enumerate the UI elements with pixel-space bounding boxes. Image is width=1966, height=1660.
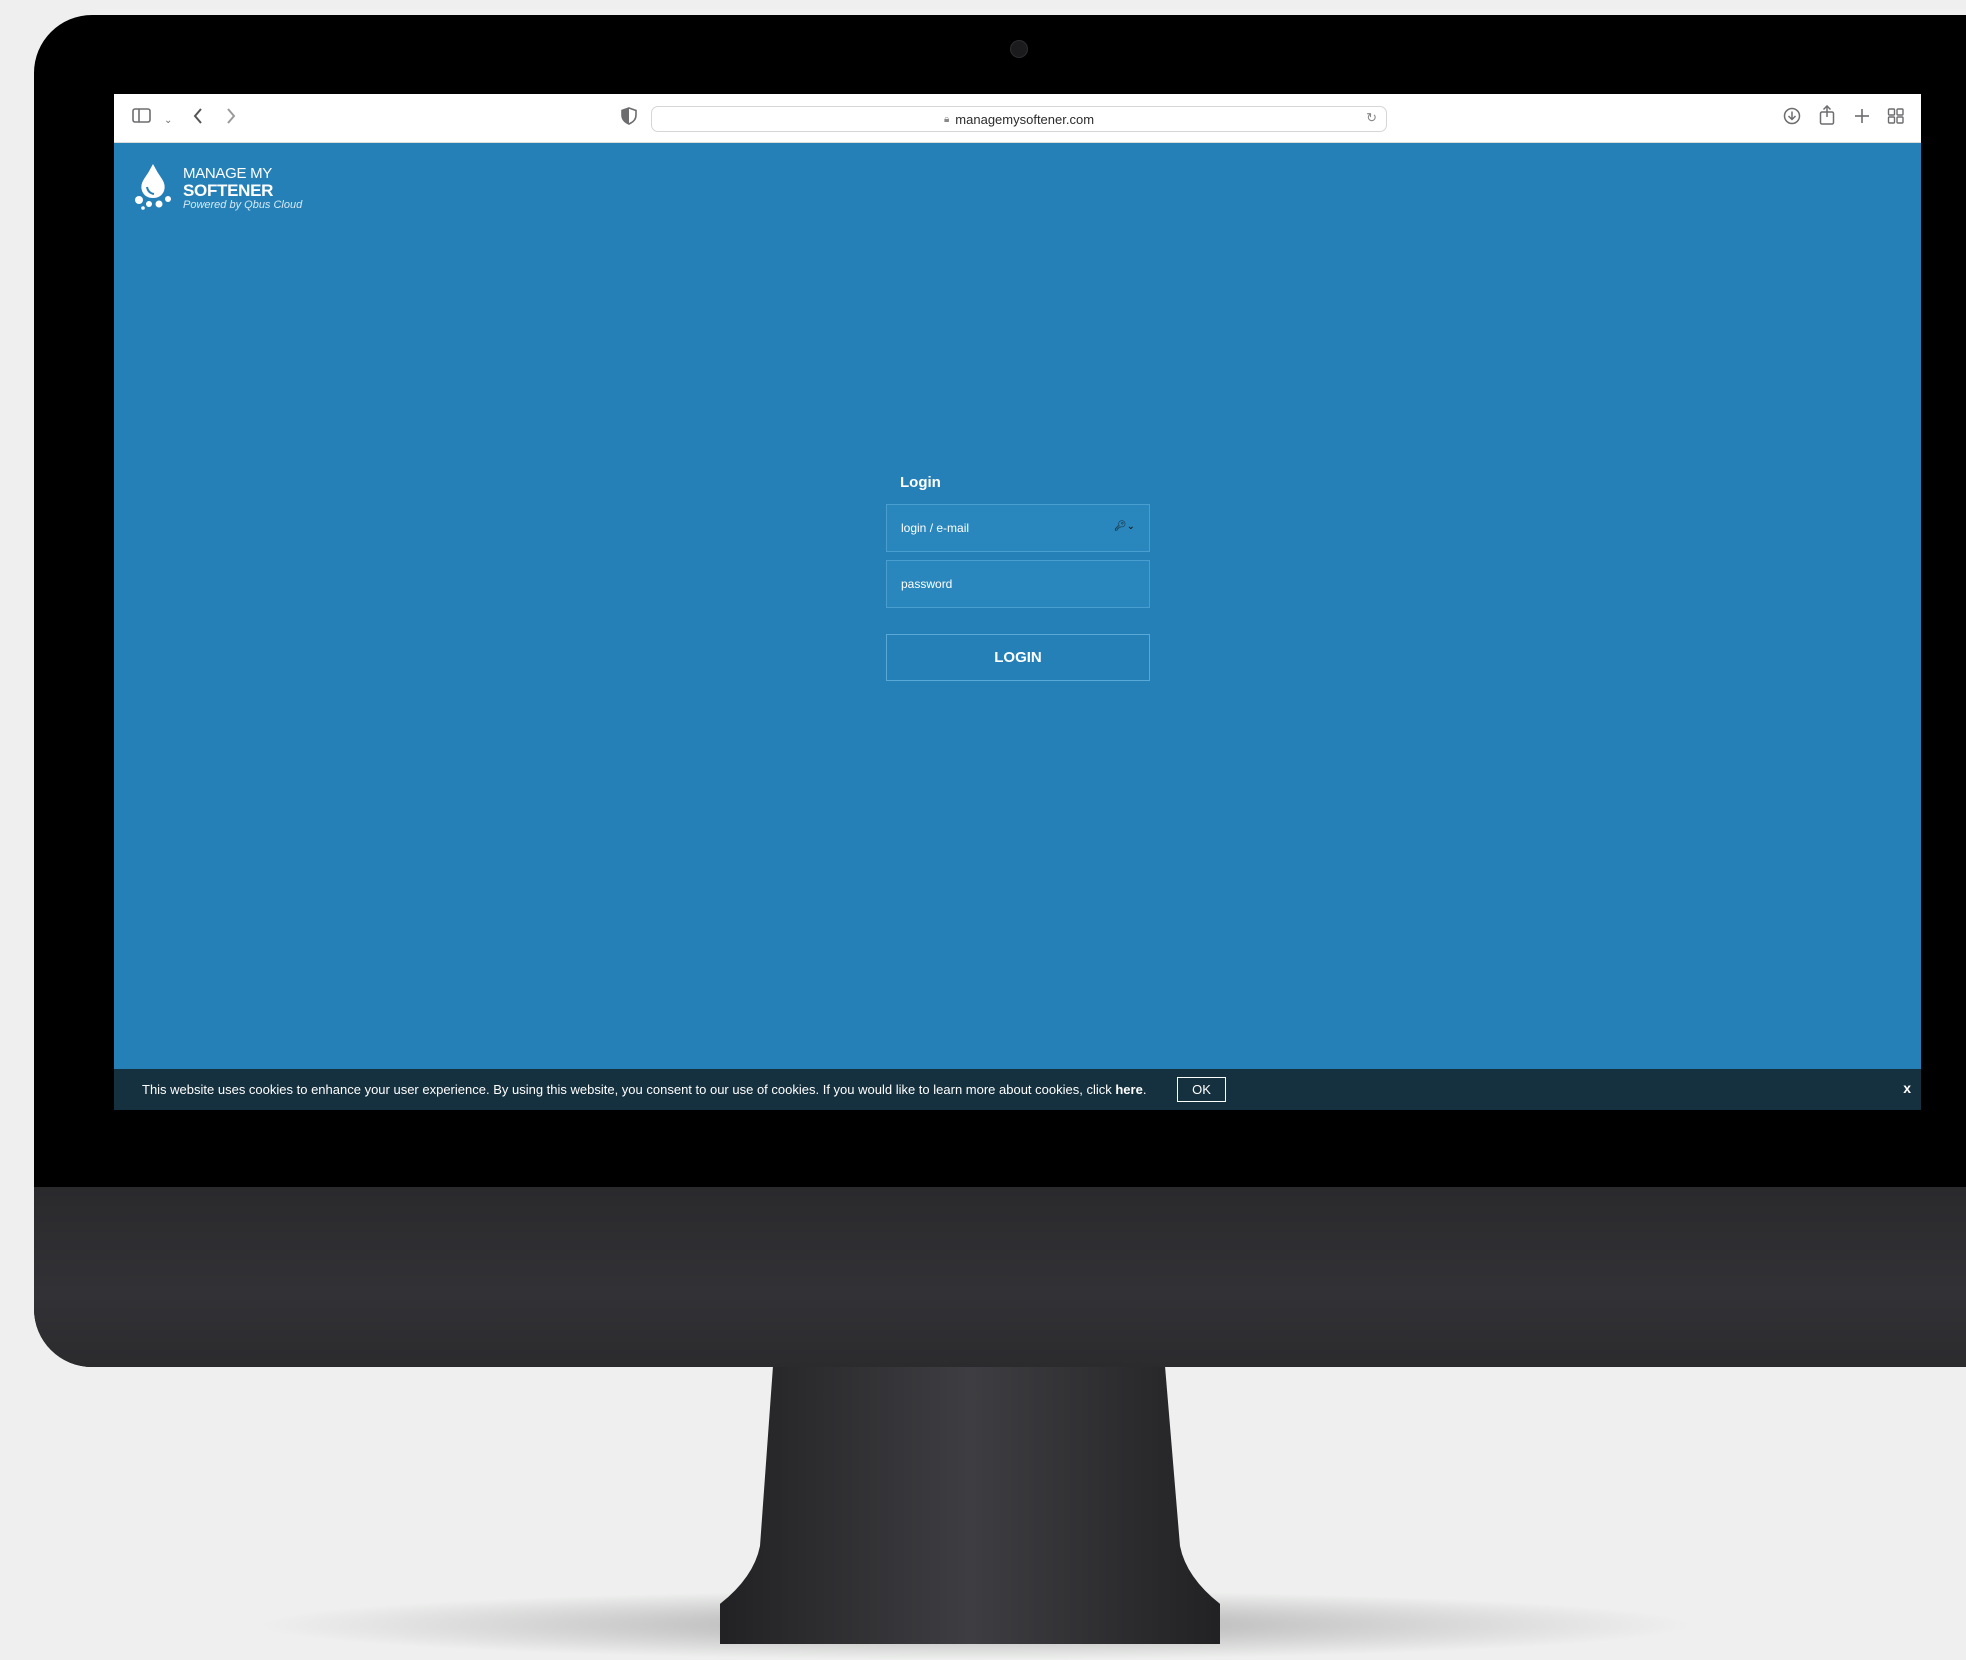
cookie-suffix: . xyxy=(1142,1082,1147,1097)
logo-tagline: Powered by Qbus Cloud xyxy=(183,199,303,211)
username-field[interactable]: 🔑︎⌄ xyxy=(886,504,1150,552)
chevron-right-icon[interactable] xyxy=(225,107,237,125)
chevron-left-icon[interactable] xyxy=(192,107,204,125)
browser-toolbar: ⌄ 🔒︎ managemysoftener.com ↻ xyxy=(114,94,1921,143)
plus-icon[interactable] xyxy=(1854,107,1870,125)
cookie-ok-button[interactable]: OK xyxy=(1177,1077,1226,1102)
url-text: managemysoftener.com xyxy=(955,111,1095,127)
cookie-banner: This website uses cookies to enhance you… xyxy=(114,1069,1921,1110)
share-icon[interactable] xyxy=(1819,105,1835,125)
cookie-learn-more-link[interactable]: here xyxy=(1115,1082,1142,1097)
login-button[interactable]: LOGIN xyxy=(886,634,1150,681)
reload-icon[interactable]: ↻ xyxy=(1366,110,1377,126)
cookie-text: This website uses cookies to enhance you… xyxy=(142,1082,1116,1097)
password-input[interactable] xyxy=(887,561,1149,607)
tab-overview-icon[interactable] xyxy=(1887,107,1905,125)
cookie-message: This website uses cookies to enhance you… xyxy=(142,1082,1146,1097)
chevron-down-icon[interactable]: ⌄ xyxy=(164,110,172,132)
key-icon[interactable]: 🔑︎⌄ xyxy=(1114,521,1135,532)
monitor-chin xyxy=(34,1187,1966,1367)
address-bar[interactable]: 🔒︎ managemysoftener.com ↻ xyxy=(651,106,1387,132)
browser-window: ⌄ 🔒︎ managemysoftener.com ↻ MANAGE MY SO… xyxy=(114,94,1921,1110)
login-title: Login xyxy=(900,474,941,491)
download-icon[interactable] xyxy=(1783,107,1801,125)
sidebar-icon[interactable] xyxy=(132,107,152,125)
logo-line1: MANAGE MY xyxy=(183,165,272,182)
water-drop-logo-icon xyxy=(135,164,171,210)
logo-line2: SOFTENER xyxy=(183,181,274,200)
cookie-close-icon[interactable]: x xyxy=(1903,1080,1911,1096)
monitor-stand xyxy=(720,1366,1220,1644)
username-input[interactable] xyxy=(887,505,1149,551)
camera xyxy=(1010,40,1028,58)
password-field[interactable] xyxy=(886,560,1150,608)
lock-icon: 🔒︎ xyxy=(943,113,950,125)
shield-icon[interactable] xyxy=(621,107,637,125)
